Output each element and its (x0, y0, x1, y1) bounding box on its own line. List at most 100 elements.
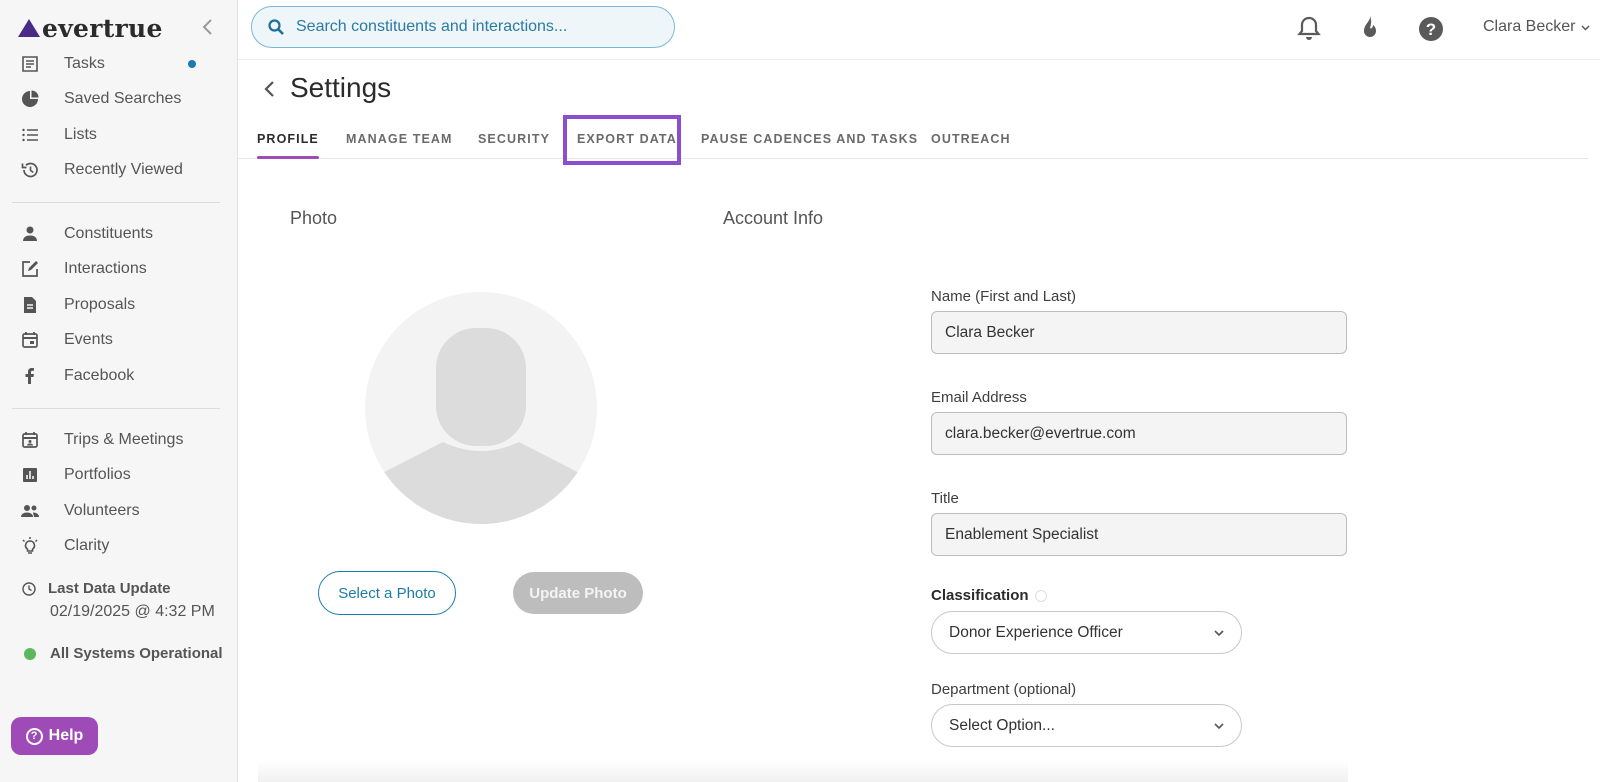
help-center-button[interactable]: ? (1417, 14, 1445, 42)
sidebar-divider (12, 408, 220, 409)
photo-section-title: Photo (290, 208, 338, 228)
calendar-person-icon (20, 430, 40, 450)
chevron-left-icon (264, 81, 274, 97)
clock-icon (22, 582, 36, 596)
avatar-placeholder (365, 292, 597, 524)
tab-profile[interactable]: PROFILE (257, 132, 319, 159)
collapse-sidebar-button[interactable] (197, 15, 219, 39)
sidebar-item-label: Constituents (64, 224, 153, 242)
sidebar-item-label: Facebook (64, 366, 135, 384)
system-status[interactable]: All Systems Operational (24, 645, 223, 662)
sidebar-item-interactions[interactable]: Interactions (0, 252, 238, 288)
tab-security[interactable]: SECURITY (478, 132, 550, 146)
sidebar-item-label: Proposals (64, 295, 136, 313)
update-photo-button[interactable]: Update Photo (513, 572, 643, 614)
document-icon (20, 295, 40, 315)
tab-manage-team[interactable]: MANAGE TEAM (346, 132, 453, 146)
sidebar-item-events[interactable]: Events (0, 323, 238, 359)
sidebar-group-primary: Tasks Saved Searches Lists Recently View… (0, 46, 238, 188)
sidebar-item-saved-searches[interactable]: Saved Searches (0, 82, 238, 118)
logo-triangle-icon (18, 19, 40, 37)
tab-pause-cadences-and-tasks[interactable]: PAUSE CADENCES AND TASKS (701, 132, 918, 146)
tab-outreach[interactable]: OUTREACH (931, 132, 1011, 146)
question-circle-icon: ? (25, 727, 43, 745)
tab-export-data[interactable]: EXPORT DATA (577, 132, 677, 146)
calendar-icon (20, 330, 40, 350)
search-icon (268, 19, 284, 35)
info-icon[interactable] (1034, 590, 1047, 603)
default-avatar-icon (365, 328, 597, 524)
chevron-down-icon (1581, 25, 1590, 30)
sidebar-item-label: Trips & Meetings (64, 430, 184, 448)
sidebar-item-label: Lists (64, 125, 97, 143)
sidebar-item-label: Portfolios (64, 466, 131, 484)
svg-text:?: ? (1426, 20, 1436, 39)
classification-label-row: Classification (931, 587, 1047, 604)
search-input[interactable] (296, 18, 666, 36)
email-label: Email Address (931, 389, 1027, 406)
title-input[interactable] (931, 513, 1347, 556)
department-select[interactable]: Select Option... (931, 704, 1242, 747)
back-button[interactable] (262, 78, 278, 100)
chevron-down-icon (1214, 723, 1224, 730)
sidebar-item-clarity[interactable]: Clarity (0, 529, 238, 565)
name-label: Name (First and Last) (931, 288, 1077, 305)
person-icon (20, 224, 40, 244)
last-update-label: Last Data Update (48, 580, 171, 597)
user-name: Clara Becker (1483, 18, 1576, 35)
sidebar-item-label: Interactions (64, 260, 147, 278)
sidebar-item-volunteers[interactable]: Volunteers (0, 493, 238, 529)
bottom-shadow (258, 760, 1348, 782)
sidebar-item-trips-meetings[interactable]: Trips & Meetings (0, 422, 238, 458)
sidebar-item-constituents[interactable]: Constituents (0, 216, 238, 252)
sidebar-divider (12, 202, 220, 203)
classification-value: Donor Experience Officer (949, 623, 1123, 641)
select-photo-button[interactable]: Select a Photo (318, 571, 456, 615)
account-info-section-title: Account Info (723, 208, 824, 228)
classification-select[interactable]: Donor Experience Officer (931, 611, 1242, 654)
help-circle-icon: ? (1419, 17, 1443, 41)
facebook-icon (20, 366, 40, 386)
hot-button[interactable] (1355, 14, 1383, 42)
email-input[interactable] (931, 412, 1347, 455)
sidebar-item-label: Volunteers (64, 501, 140, 519)
notifications-button[interactable] (1295, 14, 1323, 42)
top-bar: ? Clara Becker (238, 0, 1600, 60)
evertrue-logo[interactable]: evertrue (18, 13, 163, 43)
lightbulb-icon (20, 536, 40, 556)
sidebar-item-tasks[interactable]: Tasks (0, 46, 238, 82)
last-update-value: 02/19/2025 @ 4:32 PM (50, 603, 215, 620)
sidebar-item-proposals[interactable]: Proposals (0, 287, 238, 323)
name-input[interactable] (931, 311, 1347, 354)
unread-dot (188, 59, 196, 68)
sidebar-group-records: Constituents Interactions Proposals Even… (0, 216, 238, 394)
bell-icon (1297, 16, 1321, 40)
search-box[interactable] (251, 6, 675, 48)
sidebar: evertrue Tasks Saved Searches Lists Rece… (0, 0, 238, 782)
sidebar-item-facebook[interactable]: Facebook (0, 358, 238, 394)
sidebar-item-lists[interactable]: Lists (0, 117, 238, 153)
sidebar-item-portfolios[interactable]: Portfolios (0, 458, 238, 494)
department-label: Department (optional) (931, 681, 1077, 698)
people-icon (20, 501, 40, 521)
sidebar-item-label: Tasks (64, 54, 105, 72)
sidebar-item-recently-viewed[interactable]: Recently Viewed (0, 153, 238, 189)
page-title: Settings (290, 72, 392, 103)
list-icon (20, 125, 40, 145)
user-menu[interactable]: Clara Becker (1483, 18, 1590, 36)
sidebar-group-tools: Trips & Meetings Portfolios Volunteers C… (0, 422, 238, 564)
edit-note-icon (20, 259, 40, 279)
logo-text: evertrue (42, 13, 163, 43)
help-button[interactable]: ? Help (11, 717, 98, 755)
sidebar-item-label: Events (64, 331, 113, 349)
classification-label: Classification (931, 587, 1029, 604)
sidebar-item-label: Recently Viewed (64, 161, 183, 179)
system-status-label: All Systems Operational (50, 645, 223, 662)
pie-chart-icon (20, 89, 40, 109)
title-label: Title (931, 490, 959, 507)
bar-chart-icon (20, 465, 40, 485)
help-label: Help (48, 727, 84, 744)
chevron-down-icon (1214, 630, 1224, 637)
tasks-icon (20, 54, 40, 74)
status-dot-icon (24, 647, 36, 660)
